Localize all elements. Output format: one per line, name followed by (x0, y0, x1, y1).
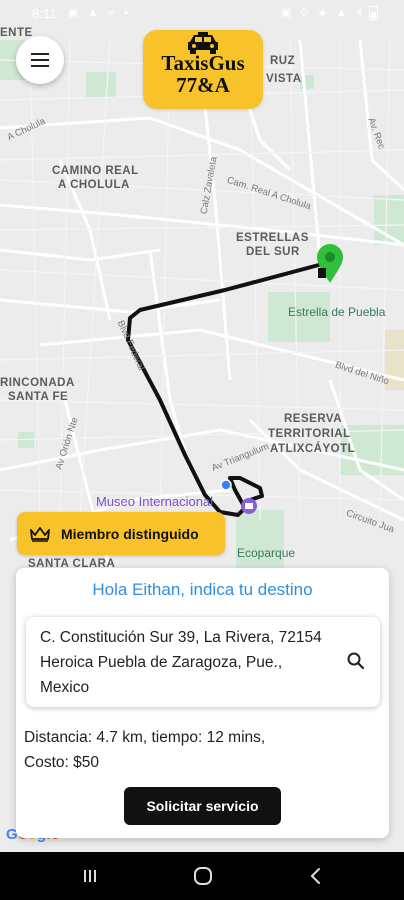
status-notification-icons: ▣ ▲ ∞ • (68, 7, 132, 19)
trip-info: Distancia: 4.7 km, tiempo: 12 mins, Cost… (24, 725, 324, 775)
map-label-reserva-3: ATLIXCÁYOTL (270, 443, 356, 455)
search-icon[interactable] (346, 651, 366, 671)
cost-text: Costo: $50 (24, 754, 99, 771)
greeting-text: Hola Eithan, indica tu destino (92, 580, 313, 599)
map-label-camino-real-1: CAMINO REAL (52, 165, 139, 177)
battery-icon (369, 6, 378, 21)
recent-apps-icon[interactable] (80, 866, 100, 886)
distance-time-text: Distancia: 4.7 km, tiempo: 12 mins, (24, 729, 266, 746)
map-label-reserva-2: TERRITORIAL (268, 428, 351, 440)
map-label-estrellas-2: DEL SUR (246, 246, 300, 258)
map-label-rinconada-1: RINCONADA (0, 377, 75, 389)
status-time: 8:11 (32, 6, 57, 21)
system-nav-bar (0, 852, 404, 900)
map-label-reserva-1: RESERVA (284, 413, 343, 425)
logo-line-2: 77&A (176, 73, 230, 97)
destination-input[interactable]: C. Constitución Sur 39, La Rivera, 72154… (26, 617, 380, 707)
map-label-estrella-puebla: Estrella de Puebla (288, 305, 386, 319)
map-label-cruz: RUZ (270, 55, 296, 67)
menu-button[interactable] (16, 36, 64, 84)
hamburger-menu-icon (31, 53, 49, 67)
back-icon[interactable] (306, 866, 326, 886)
current-location-dot (220, 479, 232, 491)
destination-address: C. Constitución Sur 39, La Rivera, 72154… (40, 629, 322, 696)
map-label-rinconada-2: SANTA FE (8, 391, 69, 403)
crown-icon (30, 526, 50, 542)
status-signal-icon: ▣ ⊙ ◈ ▲ 4 (280, 7, 365, 19)
destination-pin-icon (317, 244, 343, 283)
map-label-museo: Museo Internacional (96, 494, 214, 509)
request-service-button[interactable]: Solicitar servicio (124, 787, 281, 825)
map-label-estrellas-1: ESTRELLAS (236, 232, 309, 244)
member-badge-label: Miembro distinguido (61, 525, 199, 542)
map-label-vista: VISTA (266, 73, 302, 85)
logo-line-1: TaxisGus (161, 51, 245, 75)
home-icon[interactable] (192, 866, 214, 886)
member-badge: Miembro distinguido (17, 512, 225, 555)
destination-card: Hola Eithan, indica tu destino C. Consti… (16, 568, 389, 838)
status-bar: 8:11 ▣ ▲ ∞ • ▣ ⊙ ◈ ▲ 4 (0, 0, 404, 28)
app-logo: TaxisGus 77&A (143, 30, 263, 109)
status-system-icons: ▣ ⊙ ◈ ▲ 4 (280, 6, 378, 21)
map-label-camino-real-2: A CHOLULA (58, 179, 130, 191)
map-label-ecoparque: Ecoparque (237, 546, 296, 560)
